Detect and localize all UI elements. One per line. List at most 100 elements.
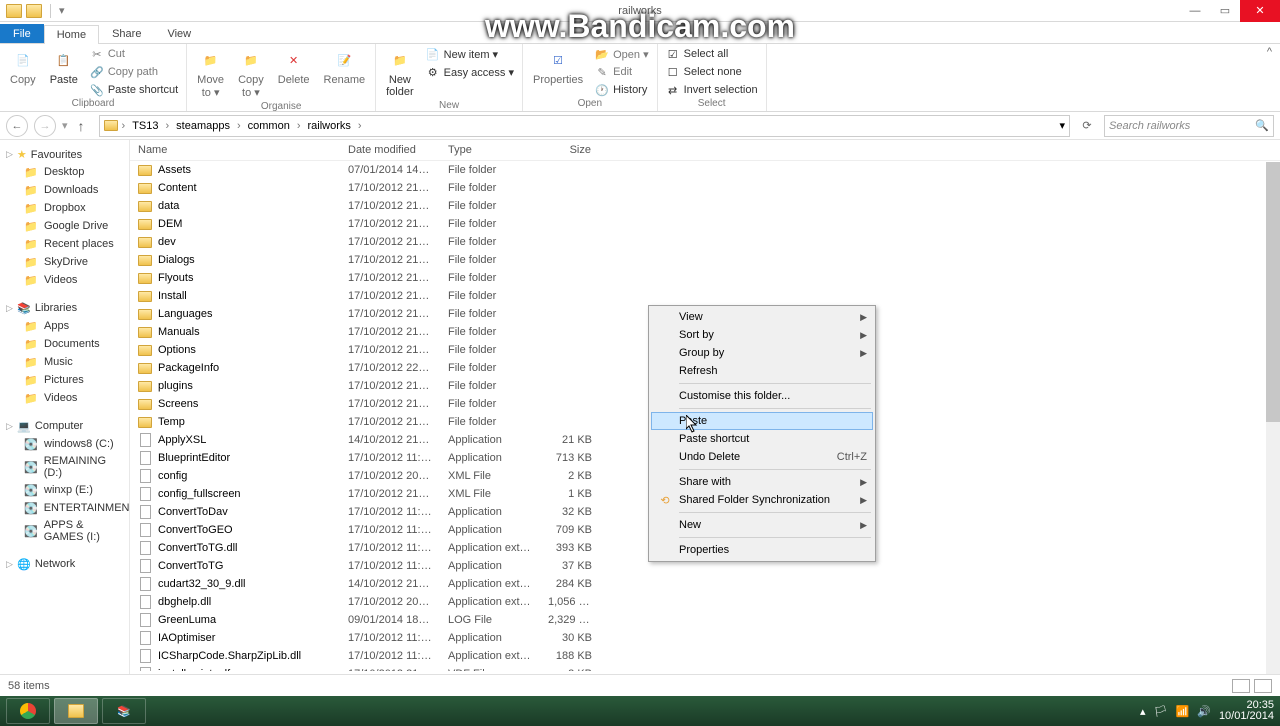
- chevron-right-icon[interactable]: ›: [164, 120, 172, 132]
- col-name[interactable]: Name: [130, 140, 340, 160]
- table-row[interactable]: cudart32_30_9.dll14/10/2012 21:14Applica…: [130, 575, 1280, 593]
- tab-view[interactable]: View: [154, 24, 204, 43]
- sidebar-item[interactable]: 💽REMAINING (D:): [0, 453, 129, 481]
- sidebar-item[interactable]: 💽winxp (E:): [0, 481, 129, 499]
- ctx-shared-folder-sync[interactable]: ⟲Shared Folder Synchronization▶: [651, 491, 873, 509]
- easy-access-button[interactable]: ⚙Easy access ▾: [424, 64, 516, 80]
- sidebar-item[interactable]: 📁Videos: [0, 271, 129, 289]
- table-row[interactable]: Dialogs17/10/2012 21:44File folder: [130, 251, 1280, 269]
- view-details-icon[interactable]: [1232, 679, 1250, 693]
- sidebar-item[interactable]: 📁SkyDrive: [0, 253, 129, 271]
- chevron-right-icon[interactable]: ›: [235, 120, 243, 132]
- tray-clock[interactable]: 20:35 10/01/2014: [1219, 700, 1274, 722]
- qat-folder-icon[interactable]: [26, 4, 42, 18]
- tray-network-icon[interactable]: 📶: [1176, 705, 1190, 718]
- ctx-refresh[interactable]: Refresh: [651, 362, 873, 380]
- table-row[interactable]: Content17/10/2012 21:34File folder: [130, 179, 1280, 197]
- properties-button[interactable]: ☑Properties: [529, 46, 587, 88]
- sidebar-item[interactable]: 💽APPS & GAMES (I:): [0, 517, 129, 545]
- sidebar-item[interactable]: 📁Dropbox: [0, 199, 129, 217]
- sidebar-computer-header[interactable]: ▷💻Computer: [0, 417, 129, 435]
- sidebar-item[interactable]: 📁Apps: [0, 317, 129, 335]
- sidebar-item[interactable]: 📁Documents: [0, 335, 129, 353]
- taskbar-explorer[interactable]: [54, 698, 98, 724]
- tray-arrow-icon[interactable]: ▴: [1140, 705, 1146, 718]
- view-large-icon[interactable]: [1254, 679, 1272, 693]
- copy-button[interactable]: 📄Copy: [6, 46, 40, 88]
- ctx-view[interactable]: View▶: [651, 308, 873, 326]
- chevron-right-icon[interactable]: ›: [120, 120, 128, 132]
- tab-share[interactable]: Share: [99, 24, 154, 43]
- address-dropdown-icon[interactable]: ▾: [1059, 119, 1065, 132]
- sidebar-item[interactable]: 📁Downloads: [0, 181, 129, 199]
- new-item-button[interactable]: 📄New item ▾: [424, 46, 516, 62]
- forward-button[interactable]: →: [34, 115, 56, 137]
- paste-shortcut-button[interactable]: 📎Paste shortcut: [88, 82, 180, 98]
- sidebar-item[interactable]: 📁Music: [0, 353, 129, 371]
- sidebar-item[interactable]: 📁Videos: [0, 389, 129, 407]
- tab-file[interactable]: File: [0, 24, 44, 43]
- ctx-properties[interactable]: Properties: [651, 541, 873, 559]
- minimize-button[interactable]: —: [1180, 0, 1210, 22]
- table-row[interactable]: data17/10/2012 21:43File folder: [130, 197, 1280, 215]
- chevron-right-icon[interactable]: ›: [356, 120, 364, 132]
- qat-app-icon[interactable]: [6, 4, 22, 18]
- edit-button[interactable]: ✎Edit: [593, 64, 651, 80]
- recent-dropdown-icon[interactable]: ▾: [62, 119, 68, 132]
- breadcrumb-item[interactable]: TS13: [129, 120, 161, 132]
- delete-button[interactable]: ✕Delete: [274, 46, 314, 88]
- col-size[interactable]: Size: [540, 140, 600, 160]
- scrollbar[interactable]: [1266, 162, 1280, 674]
- copy-path-button[interactable]: 🔗Copy path: [88, 64, 180, 80]
- ctx-paste-shortcut[interactable]: Paste shortcut: [651, 430, 873, 448]
- close-button[interactable]: ✕: [1240, 0, 1280, 22]
- select-all-button[interactable]: ☑Select all: [664, 46, 760, 62]
- sidebar-item[interactable]: 📁Recent places: [0, 235, 129, 253]
- paste-button[interactable]: 📋Paste: [46, 46, 82, 88]
- invert-selection-button[interactable]: ⇄Invert selection: [664, 82, 760, 98]
- col-type[interactable]: Type: [440, 140, 540, 160]
- table-row[interactable]: IAOptimiser17/10/2012 11:27Application30…: [130, 629, 1280, 647]
- history-button[interactable]: 🕐History: [593, 82, 651, 98]
- new-folder-button[interactable]: 📁New folder: [382, 46, 418, 100]
- scrollbar-thumb[interactable]: [1266, 162, 1280, 422]
- ribbon-minimize-icon[interactable]: ^: [1267, 46, 1272, 58]
- qat-dropdown-icon[interactable]: ▾: [59, 4, 65, 17]
- chevron-right-icon[interactable]: ›: [295, 120, 303, 132]
- table-row[interactable]: Assets07/01/2014 14:53File folder: [130, 161, 1280, 179]
- sidebar-item[interactable]: 📁Desktop: [0, 163, 129, 181]
- refresh-button[interactable]: ⟳: [1076, 115, 1098, 137]
- sidebar-item[interactable]: 💽windows8 (C:): [0, 435, 129, 453]
- tray-volume-icon[interactable]: 🔊: [1197, 705, 1211, 718]
- table-row[interactable]: Install17/10/2012 21:44File folder: [130, 287, 1280, 305]
- sidebar-network-header[interactable]: ▷🌐Network: [0, 555, 129, 573]
- breadcrumb-item[interactable]: steamapps: [173, 120, 233, 132]
- search-input[interactable]: Search railworks 🔍: [1104, 115, 1274, 137]
- table-row[interactable]: dev17/10/2012 21:43File folder: [130, 233, 1280, 251]
- ctx-sort-by[interactable]: Sort by▶: [651, 326, 873, 344]
- table-row[interactable]: GreenLuma09/01/2014 18:01LOG File2,329 K…: [130, 611, 1280, 629]
- table-row[interactable]: Flyouts17/10/2012 21:44File folder: [130, 269, 1280, 287]
- breadcrumb-item[interactable]: common: [245, 120, 293, 132]
- maximize-button[interactable]: ▭: [1210, 0, 1240, 22]
- tab-home[interactable]: Home: [44, 25, 99, 44]
- col-date[interactable]: Date modified: [340, 140, 440, 160]
- ctx-undo-delete[interactable]: Undo DeleteCtrl+Z: [651, 448, 873, 466]
- sidebar-item[interactable]: 📁Google Drive: [0, 217, 129, 235]
- search-icon[interactable]: 🔍: [1255, 119, 1269, 132]
- move-to-button[interactable]: 📁Move to ▾: [193, 46, 228, 101]
- up-button[interactable]: ↑: [74, 118, 89, 134]
- select-none-button[interactable]: ☐Select none: [664, 64, 760, 80]
- sidebar-item[interactable]: 💽ENTERTAINMENT: [0, 499, 129, 517]
- ctx-new[interactable]: New▶: [651, 516, 873, 534]
- table-row[interactable]: ICSharpCode.SharpZipLib.dll17/10/2012 11…: [130, 647, 1280, 665]
- ctx-paste[interactable]: Paste: [651, 412, 873, 430]
- table-row[interactable]: dbghelp.dll17/10/2012 20:55Application e…: [130, 593, 1280, 611]
- breadcrumb[interactable]: › TS13 › steamapps › common › railworks …: [99, 115, 1070, 137]
- copy-to-button[interactable]: 📁Copy to ▾: [234, 46, 268, 101]
- ctx-group-by[interactable]: Group by▶: [651, 344, 873, 362]
- table-row[interactable]: installscript.vdf17/10/2012 21:34VDF Fil…: [130, 665, 1280, 671]
- table-row[interactable]: DEM17/10/2012 21:43File folder: [130, 215, 1280, 233]
- tray-flag-icon[interactable]: 🏳: [1154, 705, 1168, 718]
- taskbar-chrome[interactable]: [6, 698, 50, 724]
